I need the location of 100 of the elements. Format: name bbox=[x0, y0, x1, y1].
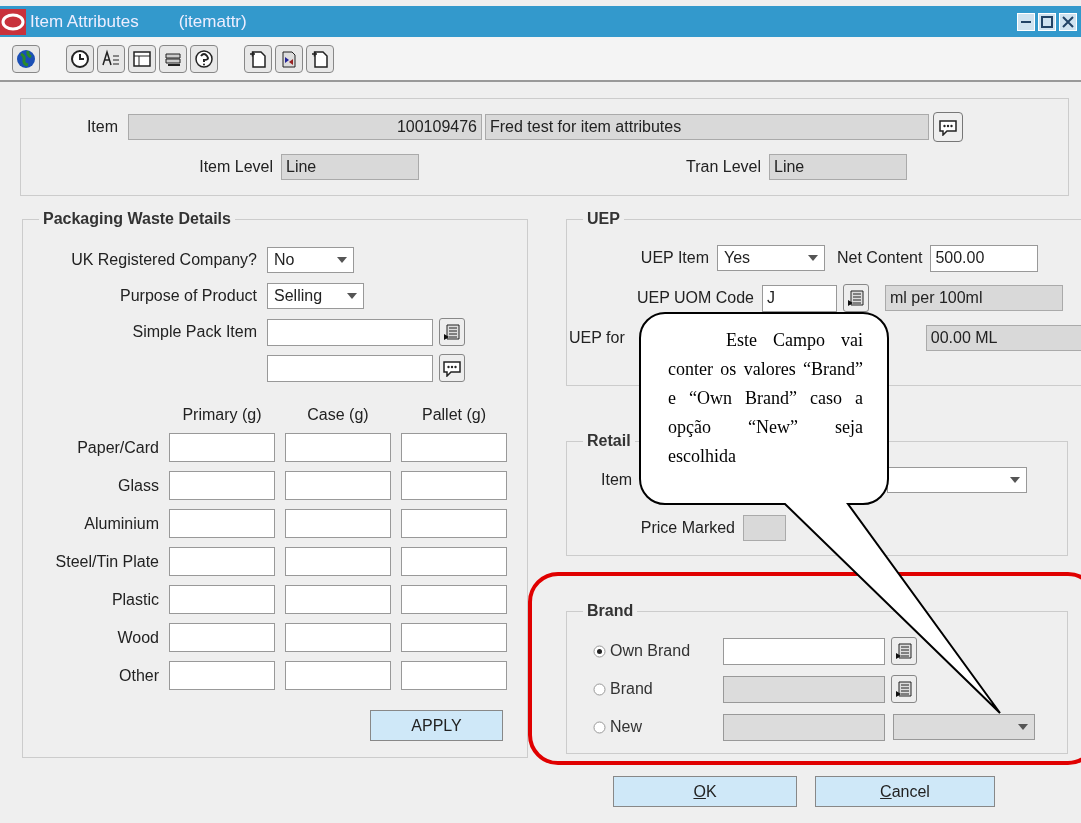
clock-icon bbox=[69, 47, 91, 70]
level-field: Line bbox=[769, 154, 907, 180]
dropdown[interactable] bbox=[887, 467, 1028, 493]
input-field[interactable] bbox=[169, 547, 275, 576]
field-label: Price Marked bbox=[639, 519, 736, 537]
input-field[interactable] bbox=[285, 585, 391, 614]
panel-title: Brand bbox=[586, 602, 635, 620]
caret-icon bbox=[337, 257, 347, 263]
field-label: Purpose of Product bbox=[119, 287, 258, 305]
list-icon bbox=[443, 323, 461, 341]
caret-icon bbox=[1010, 477, 1021, 483]
level-field: Line bbox=[281, 154, 419, 180]
dropdown[interactable]: No bbox=[267, 247, 354, 273]
caret-icon bbox=[808, 255, 818, 261]
input-field[interactable] bbox=[285, 509, 391, 538]
toolbar-button[interactable] bbox=[97, 44, 125, 73]
close-button[interactable] bbox=[1059, 12, 1077, 31]
row-label: Steel/Tin Plate bbox=[54, 551, 159, 572]
field-label: UEP Item bbox=[639, 249, 710, 267]
panel-title: Retail bbox=[586, 432, 632, 450]
input-field[interactable] bbox=[285, 471, 391, 500]
input-field[interactable] bbox=[169, 585, 275, 614]
field-label: UEP for bbox=[568, 329, 626, 347]
input-field[interactable]: J bbox=[762, 284, 837, 312]
speech-bubble-icon bbox=[938, 118, 958, 136]
input-field[interactable] bbox=[285, 433, 391, 462]
panel-title: UEP bbox=[586, 210, 621, 228]
toolbar-button[interactable] bbox=[66, 44, 94, 73]
value-field bbox=[743, 515, 786, 541]
item-number-field: 100109476 bbox=[128, 114, 482, 140]
list-button[interactable] bbox=[891, 675, 917, 703]
speech-bubble-icon bbox=[442, 359, 462, 377]
dropdown[interactable]: Yes bbox=[717, 245, 825, 271]
caret-icon bbox=[347, 293, 357, 299]
input-field[interactable] bbox=[401, 433, 507, 462]
form-name: (itemattr) bbox=[178, 11, 247, 32]
radio-button[interactable]: Own Brand bbox=[593, 642, 723, 660]
field-label: Simple Pack Item bbox=[131, 323, 258, 341]
field-label: Net Content bbox=[836, 249, 924, 267]
input-field[interactable] bbox=[723, 637, 885, 665]
field-label: Tran Level bbox=[685, 158, 762, 176]
row-label: Glass bbox=[117, 475, 159, 496]
caret-icon bbox=[1018, 724, 1028, 730]
panel-title: Packaging Waste Details bbox=[42, 210, 232, 228]
toolbar-button[interactable] bbox=[159, 44, 187, 73]
input-field[interactable] bbox=[267, 354, 433, 382]
comment-button[interactable] bbox=[933, 112, 963, 142]
row-label: Aluminium bbox=[83, 513, 159, 534]
dropdown[interactable]: Selling bbox=[267, 283, 364, 309]
input-field[interactable] bbox=[401, 509, 507, 538]
input-field[interactable] bbox=[169, 661, 275, 690]
maximize-button[interactable] bbox=[1038, 12, 1056, 31]
toolbar-button[interactable] bbox=[12, 44, 40, 73]
input-field[interactable] bbox=[401, 585, 507, 614]
cancel-button[interactable]: Cancel bbox=[815, 776, 995, 807]
list-icon bbox=[895, 642, 913, 660]
input-field[interactable] bbox=[169, 509, 275, 538]
input-field[interactable] bbox=[169, 471, 275, 500]
toolbar-button[interactable] bbox=[128, 44, 156, 73]
column-header: Primary (g) bbox=[181, 406, 263, 424]
toolbar-button[interactable] bbox=[275, 44, 303, 73]
ok-button[interactable]: OK bbox=[613, 776, 797, 807]
input-field[interactable] bbox=[267, 318, 433, 346]
column-header: Pallet (g) bbox=[421, 406, 487, 424]
list-button[interactable] bbox=[843, 284, 869, 312]
description-field: ml per 100ml bbox=[885, 285, 1063, 311]
toolbar-button[interactable] bbox=[190, 44, 218, 73]
input-field[interactable] bbox=[401, 623, 507, 652]
apply-button[interactable]: APPLY bbox=[370, 710, 503, 741]
input-field[interactable] bbox=[169, 433, 275, 462]
field-label: UEP UOM Code bbox=[635, 289, 755, 307]
close-icon bbox=[1062, 15, 1074, 28]
toolbar-button[interactable] bbox=[244, 44, 272, 73]
input-field[interactable] bbox=[401, 547, 507, 576]
input-field[interactable] bbox=[401, 661, 507, 690]
input-field[interactable] bbox=[285, 623, 391, 652]
list-button[interactable] bbox=[439, 318, 465, 346]
row-label: Paper/Card bbox=[76, 437, 159, 458]
field-label: Item bbox=[85, 118, 119, 136]
toolbar-button[interactable] bbox=[306, 44, 334, 73]
row-label: Wood bbox=[116, 627, 159, 648]
field-label: Item Level bbox=[198, 158, 274, 176]
minimize-button[interactable] bbox=[1017, 12, 1035, 31]
input-field[interactable] bbox=[401, 471, 507, 500]
callout-text: Este Campo vai conter os valores “Brand” e “Own Brand” caso a opção “New” seja escolhida bbox=[668, 329, 863, 468]
field-label: Item bbox=[600, 471, 634, 489]
value-field: 00.00 ML bbox=[925, 325, 1081, 351]
maximize-icon bbox=[1041, 15, 1053, 28]
field-label: UK Registered Company? bbox=[70, 251, 258, 269]
input-field[interactable] bbox=[285, 661, 391, 690]
list-button[interactable] bbox=[891, 637, 917, 665]
list-icon bbox=[895, 680, 913, 698]
window-title: Item Attributes bbox=[30, 11, 139, 32]
row-label: Plastic bbox=[110, 589, 159, 610]
comment-button[interactable] bbox=[439, 354, 465, 382]
input-field[interactable] bbox=[285, 547, 391, 576]
input-field[interactable]: 500.00 bbox=[930, 244, 1039, 272]
input-field[interactable] bbox=[169, 623, 275, 652]
help-icon bbox=[193, 47, 215, 70]
column-header: Case (g) bbox=[306, 406, 370, 424]
